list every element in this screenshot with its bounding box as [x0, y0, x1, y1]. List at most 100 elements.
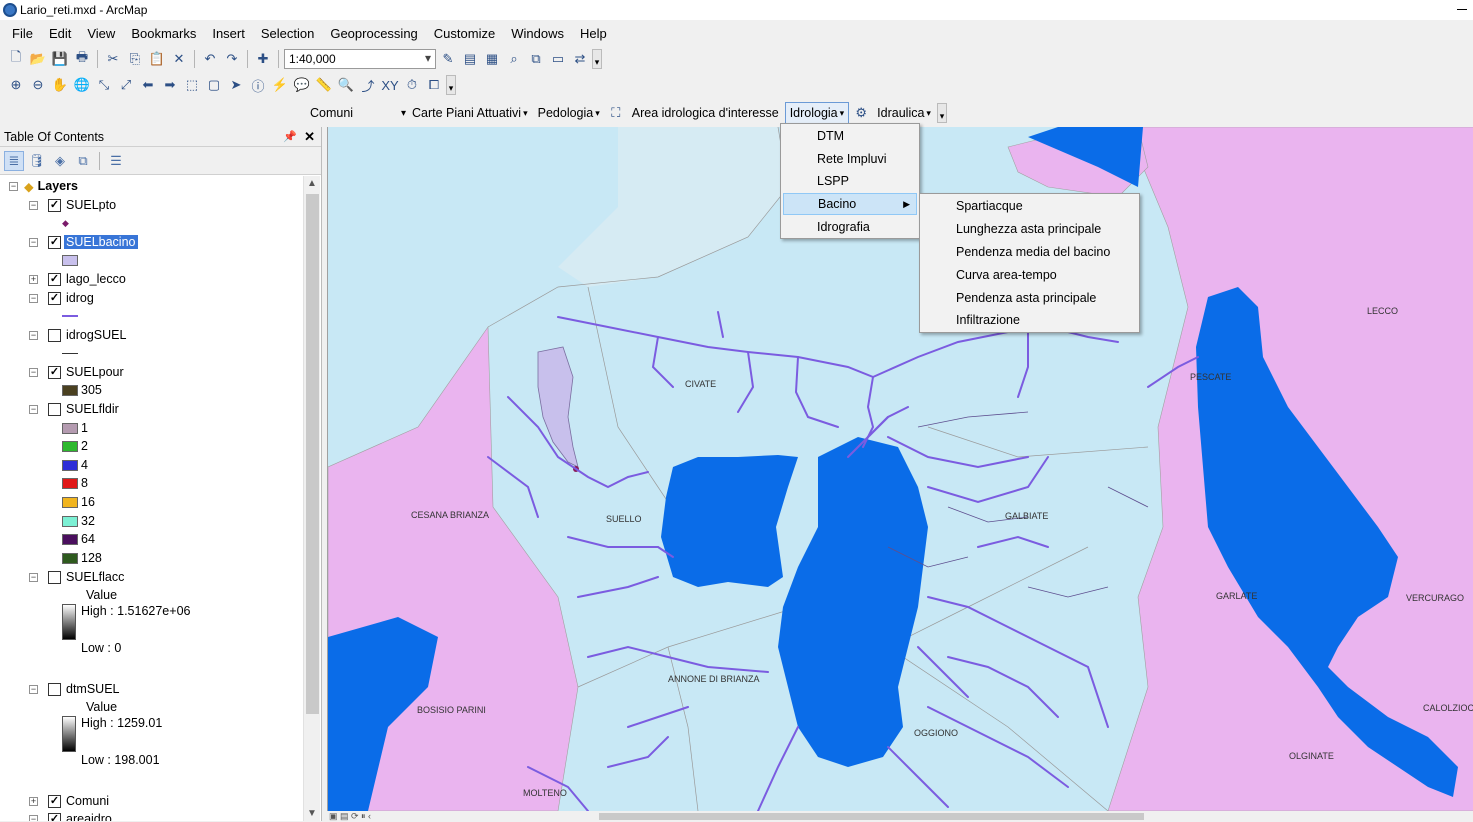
pedologia-menu[interactable]: Pedologia ▾ [534, 102, 604, 124]
new-document-icon[interactable]: 🗋 [6, 49, 26, 69]
menu-file[interactable]: File [4, 26, 41, 41]
collapse-icon[interactable]: − [29, 237, 38, 247]
layer-visibility-checkbox[interactable]: ✓ [48, 365, 61, 379]
collapse-icon[interactable]: − [29, 367, 38, 377]
area-idrologica-button[interactable]: Area idrologica d'interesse [628, 102, 783, 124]
menu-customize[interactable]: Customize [426, 26, 503, 41]
cut-icon[interactable]: ✂ [103, 49, 123, 69]
menu-selection[interactable]: Selection [253, 26, 322, 41]
editor-toolbar-icon[interactable]: ✎ [438, 49, 458, 69]
layer-row[interactable]: − ✓ idrog [29, 289, 94, 307]
clear-selection-icon[interactable]: ▢ [204, 75, 224, 95]
menu-geoprocessing[interactable]: Geoprocessing [322, 26, 425, 41]
menu-item-curva-area-tempo[interactable]: Curva area-tempo [922, 264, 1137, 286]
hydrology-tool-icon[interactable]: ⚙ [851, 103, 871, 123]
comuni-dropdown[interactable]: Comuni [306, 102, 406, 124]
layer-row[interactable]: − ✓ SUELpour [29, 363, 124, 381]
idrologia-menu[interactable]: Idrologia ▾ [784, 102, 850, 124]
layer-visibility-checkbox[interactable]: ✓ [48, 235, 61, 249]
menu-item-spartiacque[interactable]: Spartiacque [922, 195, 1137, 217]
toolbar-options-icon[interactable]: ▾ [592, 49, 602, 69]
collapse-icon[interactable]: − [29, 572, 38, 582]
back-extent-icon[interactable]: ⬅ [138, 75, 158, 95]
menu-edit[interactable]: Edit [41, 26, 79, 41]
layer-row[interactable]: − ✓ SUELpto [29, 196, 116, 214]
menu-item-pendenza-media[interactable]: Pendenza media del bacino [922, 241, 1137, 263]
map-scale-combo[interactable]: 1:40,000 [284, 49, 436, 69]
delete-icon[interactable]: ✕ [169, 49, 189, 69]
idraulica-menu[interactable]: Idraulica ▾ [873, 102, 935, 124]
layer-row[interactable]: − SUELfldir [29, 400, 119, 418]
layer-visibility-checkbox[interactable] [48, 570, 61, 584]
find-route-icon[interactable]: ⤴ [358, 75, 378, 95]
minimize-icon[interactable] [1457, 9, 1467, 10]
layer-row[interactable]: − SUELflacc [29, 568, 124, 586]
menu-view[interactable]: View [79, 26, 123, 41]
open-icon[interactable]: 📂 [28, 49, 48, 69]
table-of-contents-icon[interactable]: ▤ [460, 49, 480, 69]
layer-visibility-checkbox[interactable] [48, 328, 61, 342]
forward-extent-icon[interactable]: ➡ [160, 75, 180, 95]
scroll-up-icon[interactable]: ▲ [307, 178, 317, 189]
layer-visibility-checkbox[interactable] [48, 402, 61, 416]
fixed-zoom-in-icon[interactable]: ⤡ [94, 75, 114, 95]
layer-visibility-checkbox[interactable] [48, 682, 61, 696]
layer-visibility-checkbox[interactable]: ✓ [48, 794, 61, 808]
layer-row[interactable]: − idrogSUEL [29, 326, 126, 344]
catalog-icon[interactable]: ▦ [482, 49, 502, 69]
pin-icon[interactable]: 📌 [283, 130, 297, 143]
python-window-icon[interactable]: ▭ [548, 49, 568, 69]
fixed-zoom-out-icon[interactable]: ⤢ [116, 75, 136, 95]
select-elements-icon[interactable]: ➤ [226, 75, 246, 95]
go-to-xy-icon[interactable]: XY [380, 75, 400, 95]
layer-row[interactable]: + ✓ lago_lecco [29, 270, 126, 288]
undo-icon[interactable]: ↶ [200, 49, 220, 69]
arctoolbox-icon[interactable]: ⧉ [526, 49, 546, 69]
list-by-source-icon[interactable]: 🛢 [27, 151, 47, 171]
collapse-icon[interactable]: − [29, 404, 38, 414]
menu-windows[interactable]: Windows [503, 26, 572, 41]
toc-options-icon[interactable]: ☰ [106, 151, 126, 171]
identify-icon[interactable]: ⓘ [248, 75, 268, 95]
full-extent-icon[interactable]: 🌐 [72, 75, 92, 95]
menu-item-lunghezza-asta[interactable]: Lunghezza asta principale [922, 218, 1137, 240]
toc-vertical-scrollbar[interactable]: ▲ ▼ [303, 176, 320, 821]
add-data-icon[interactable]: ✚ [253, 49, 273, 69]
find-icon[interactable]: 🔍 [336, 75, 356, 95]
carte-menu[interactable]: Carte Piani Attuativi ▾ [408, 102, 532, 124]
viewer-window-icon[interactable]: ⧠ [424, 75, 444, 95]
copy-icon[interactable]: ⎘ [125, 49, 145, 69]
close-icon[interactable]: ✕ [304, 129, 315, 145]
collapse-icon[interactable]: − [9, 181, 18, 191]
collapse-icon[interactable]: − [29, 293, 38, 303]
menu-bookmarks[interactable]: Bookmarks [123, 26, 204, 41]
time-slider-icon[interactable]: ⏱ [402, 75, 422, 95]
expand-icon[interactable]: + [29, 274, 38, 284]
zoom-out-icon[interactable]: ⊖ [28, 75, 48, 95]
list-by-selection-icon[interactable]: ⧉ [73, 151, 93, 171]
redo-icon[interactable]: ↷ [222, 49, 242, 69]
menu-item-idrografia[interactable]: Idrografia [783, 216, 917, 238]
select-features-icon[interactable]: ⬚ [182, 75, 202, 95]
model-builder-icon[interactable]: ⇄ [570, 49, 590, 69]
menu-insert[interactable]: Insert [204, 26, 253, 41]
expand-icon[interactable]: + [29, 796, 38, 806]
list-by-drawing-order-icon[interactable]: ≣ [4, 150, 24, 171]
area-idrologica-icon[interactable]: ⛶ [606, 103, 626, 123]
hyperlink-icon[interactable]: ⚡ [270, 75, 290, 95]
menu-help[interactable]: Help [572, 26, 615, 41]
search-window-icon[interactable]: ⌕ [504, 49, 524, 69]
layer-visibility-checkbox[interactable]: ✓ [48, 198, 61, 212]
layer-visibility-checkbox[interactable]: ✓ [48, 272, 61, 286]
map-horizontal-scrollbar[interactable]: ▣ ▤ ⟳ ⏸ ‹ [327, 811, 1473, 821]
measure-icon[interactable]: 📏 [314, 75, 334, 95]
print-icon[interactable]: 🖶 [72, 49, 92, 69]
toolbar-options-icon[interactable]: ▾ [936, 103, 947, 123]
scroll-thumb[interactable] [306, 194, 319, 714]
layer-visibility-checkbox[interactable]: ✓ [48, 291, 61, 305]
collapse-icon[interactable]: − [29, 330, 38, 340]
paste-icon[interactable]: 📋 [147, 49, 167, 69]
list-by-visibility-icon[interactable]: ◈ [50, 151, 70, 171]
collapse-icon[interactable]: − [29, 814, 38, 821]
save-icon[interactable]: 💾 [50, 49, 70, 69]
